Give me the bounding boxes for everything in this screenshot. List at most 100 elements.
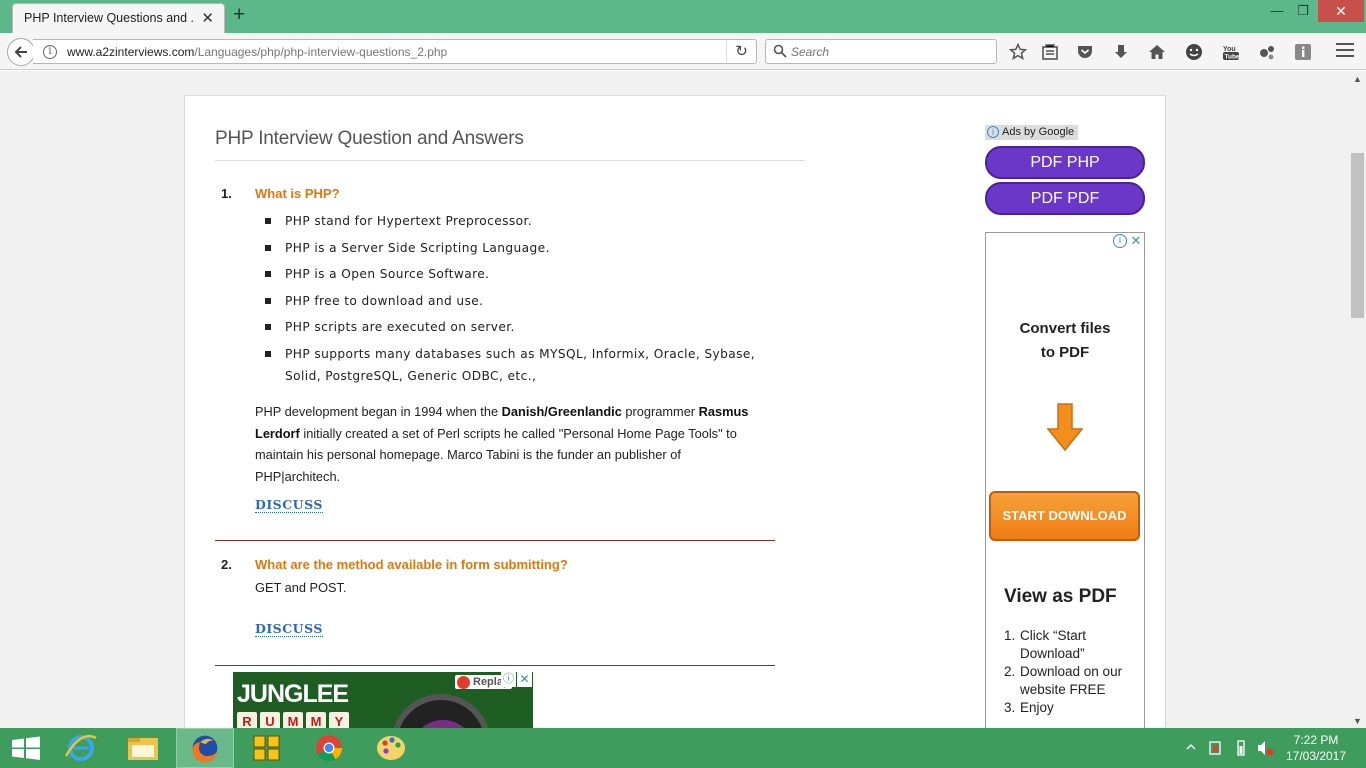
ad-steps-list: 1. Click “Start Download” 2. Download on o… [1004, 627, 1139, 717]
ads-by-google-text: Ads by Google [1002, 126, 1075, 138]
ad-tile: M [306, 712, 326, 728]
svg-text:You: You [1223, 46, 1236, 53]
ad-subheading: View as PDF [1004, 586, 1117, 607]
download-icon[interactable] [1112, 43, 1130, 61]
answer-description: PHP development began in 1994 when the D… [255, 401, 760, 488]
answer-text: GET and POST. [255, 580, 347, 595]
window-minimize-button[interactable]: — [1264, 0, 1290, 22]
browser-titlebar: PHP Interview Questions and ... ✕ + — ❐ … [0, 0, 1366, 33]
new-tab-button[interactable]: + [233, 3, 245, 27]
info-extension-icon[interactable] [1294, 43, 1312, 61]
system-clock[interactable]: 7:22 PM 17/03/2017 [1280, 732, 1352, 764]
site-info-icon[interactable]: i [43, 45, 57, 59]
page-viewport: PHP Interview Question and Answers 1. Wh… [0, 71, 1349, 728]
search-bar[interactable] [765, 39, 997, 64]
discuss-link[interactable]: DISCUSS [255, 621, 323, 637]
question-number: 2. [221, 557, 232, 572]
window-maximize-button[interactable]: ❐ [1290, 0, 1316, 22]
pocket-icon[interactable] [1076, 43, 1094, 61]
ad-step: 2. Download on our website FREE [1004, 663, 1139, 699]
youtube-icon[interactable]: You Tube [1222, 43, 1240, 61]
start-windows-icon[interactable] [0, 728, 58, 768]
clock-date: 17/03/2017 [1285, 749, 1347, 763]
down-arrow-icon [1047, 403, 1083, 451]
browser-navbar: i www.a2zinterviews.com/Languages/php/ph… [0, 33, 1366, 70]
step-number: 2. [1004, 664, 1016, 679]
scroll-up-icon[interactable]: ▲ [1353, 74, 1362, 84]
menu-icon[interactable] [1336, 43, 1354, 59]
back-button[interactable] [7, 38, 35, 66]
step-text: Enjoy [1020, 700, 1054, 715]
bookmark-star-icon[interactable] [1009, 43, 1027, 61]
ad-close-icon[interactable]: ✕ [1129, 234, 1143, 248]
pdf-pdf-button[interactable]: PDF PDF [985, 182, 1145, 215]
emoji-icon[interactable] [1185, 43, 1203, 61]
pdf-converter-ad[interactable]: i ✕ Convert files to PDF START DOWNLOAD … [985, 232, 1145, 728]
ad-headline-line: Convert files [1019, 320, 1111, 337]
ad-headline: Convert files to PDF [986, 317, 1144, 365]
ad-choices-icon: i [987, 126, 999, 138]
question-title: What are the method available in form su… [255, 557, 568, 572]
answer-point: PHP is a Open Source Software. [263, 263, 783, 285]
file-explorer-icon[interactable] [114, 728, 172, 768]
discuss-link[interactable]: DISCUSS [255, 497, 323, 513]
ads-by-google-label[interactable]: i Ads by Google [985, 125, 1079, 140]
ad-info-icon[interactable]: i [1113, 234, 1127, 248]
answer-point: PHP scripts are executed on server. [263, 316, 783, 338]
ad-rummy-tiles: R U M M Y [237, 712, 349, 728]
chrome-icon[interactable] [300, 728, 358, 768]
start-download-button[interactable]: START DOWNLOAD [989, 491, 1140, 541]
page-content: PHP Interview Question and Answers 1. Wh… [184, 95, 1166, 728]
answer-point: PHP free to download and use. [263, 290, 783, 312]
scroll-thumb[interactable] [1351, 153, 1364, 318]
browser-tab[interactable]: PHP Interview Questions and ... ✕ [12, 3, 225, 33]
svg-text:Tube: Tube [1225, 54, 1240, 61]
ad-tile: Y [329, 712, 349, 728]
desc-text: PHP development began in 1994 when the [255, 404, 502, 419]
question-divider [215, 540, 775, 541]
url-path: /Languages/php/php-interview-questions_2… [194, 45, 448, 59]
paint-icon[interactable] [362, 728, 420, 768]
ad-headline-line: to PDF [1040, 344, 1090, 361]
app-tiles-icon[interactable] [238, 728, 296, 768]
desc-text: programmer [621, 404, 699, 419]
windows-taskbar: 7:22 PM 17/03/2017 [0, 728, 1366, 768]
internet-explorer-icon[interactable] [52, 728, 110, 768]
tab-close-icon[interactable]: ✕ [201, 9, 214, 27]
rummy-ad-banner[interactable]: JUNGLEE R U M M Y Replay ⓘ ✕ [233, 672, 533, 728]
ad-close-icon[interactable]: ✕ [517, 672, 532, 687]
step-text: Download on our website FREE [1020, 664, 1123, 697]
step-text: Click “Start Download” [1020, 628, 1087, 661]
step-number: 3. [1004, 700, 1016, 715]
pdf-php-button[interactable]: PDF PHP [985, 146, 1145, 179]
answer-point: PHP is a Server Side Scripting Language. [263, 237, 783, 259]
desc-text: initially created a set of Perl scripts … [255, 425, 737, 485]
answer-point: PHP stand for Hypertext Preprocessor. [263, 210, 783, 232]
extension-icon[interactable] [1258, 43, 1276, 61]
search-input[interactable] [791, 44, 991, 60]
scroll-down-icon[interactable]: ▼ [1353, 716, 1362, 726]
system-tray[interactable] [1180, 728, 1280, 768]
ad-info-icon[interactable]: ⓘ [501, 672, 516, 687]
ad-step: 1. Click “Start Download” [1004, 627, 1139, 663]
vertical-scrollbar[interactable]: ▲ ▼ [1349, 71, 1366, 728]
ad-step: 3. Enjoy [1004, 699, 1139, 717]
ad-tile: U [260, 712, 280, 728]
reload-icon[interactable]: ↻ [726, 40, 756, 63]
replay-icon [457, 676, 470, 689]
window-close-button[interactable]: ✕ [1318, 0, 1364, 22]
home-icon[interactable] [1148, 43, 1166, 61]
question-number: 1. [221, 186, 232, 201]
firefox-icon[interactable] [176, 728, 234, 768]
page-title: PHP Interview Question and Answers [215, 128, 524, 149]
url-bar[interactable]: i www.a2zinterviews.com/Languages/php/ph… [33, 39, 757, 64]
ad-brand: JUNGLEE [237, 680, 349, 708]
clock-time: 7:22 PM [1293, 733, 1339, 747]
search-icon [773, 44, 787, 58]
reading-list-icon[interactable] [1041, 43, 1059, 61]
ad-tile: R [237, 712, 257, 728]
url-text[interactable]: www.a2zinterviews.com/Languages/php/php-… [67, 45, 447, 59]
ad-tile: M [283, 712, 303, 728]
question-title: What is PHP? [255, 186, 340, 201]
answer-point: PHP supports many databases such as MYSQ… [263, 343, 783, 387]
